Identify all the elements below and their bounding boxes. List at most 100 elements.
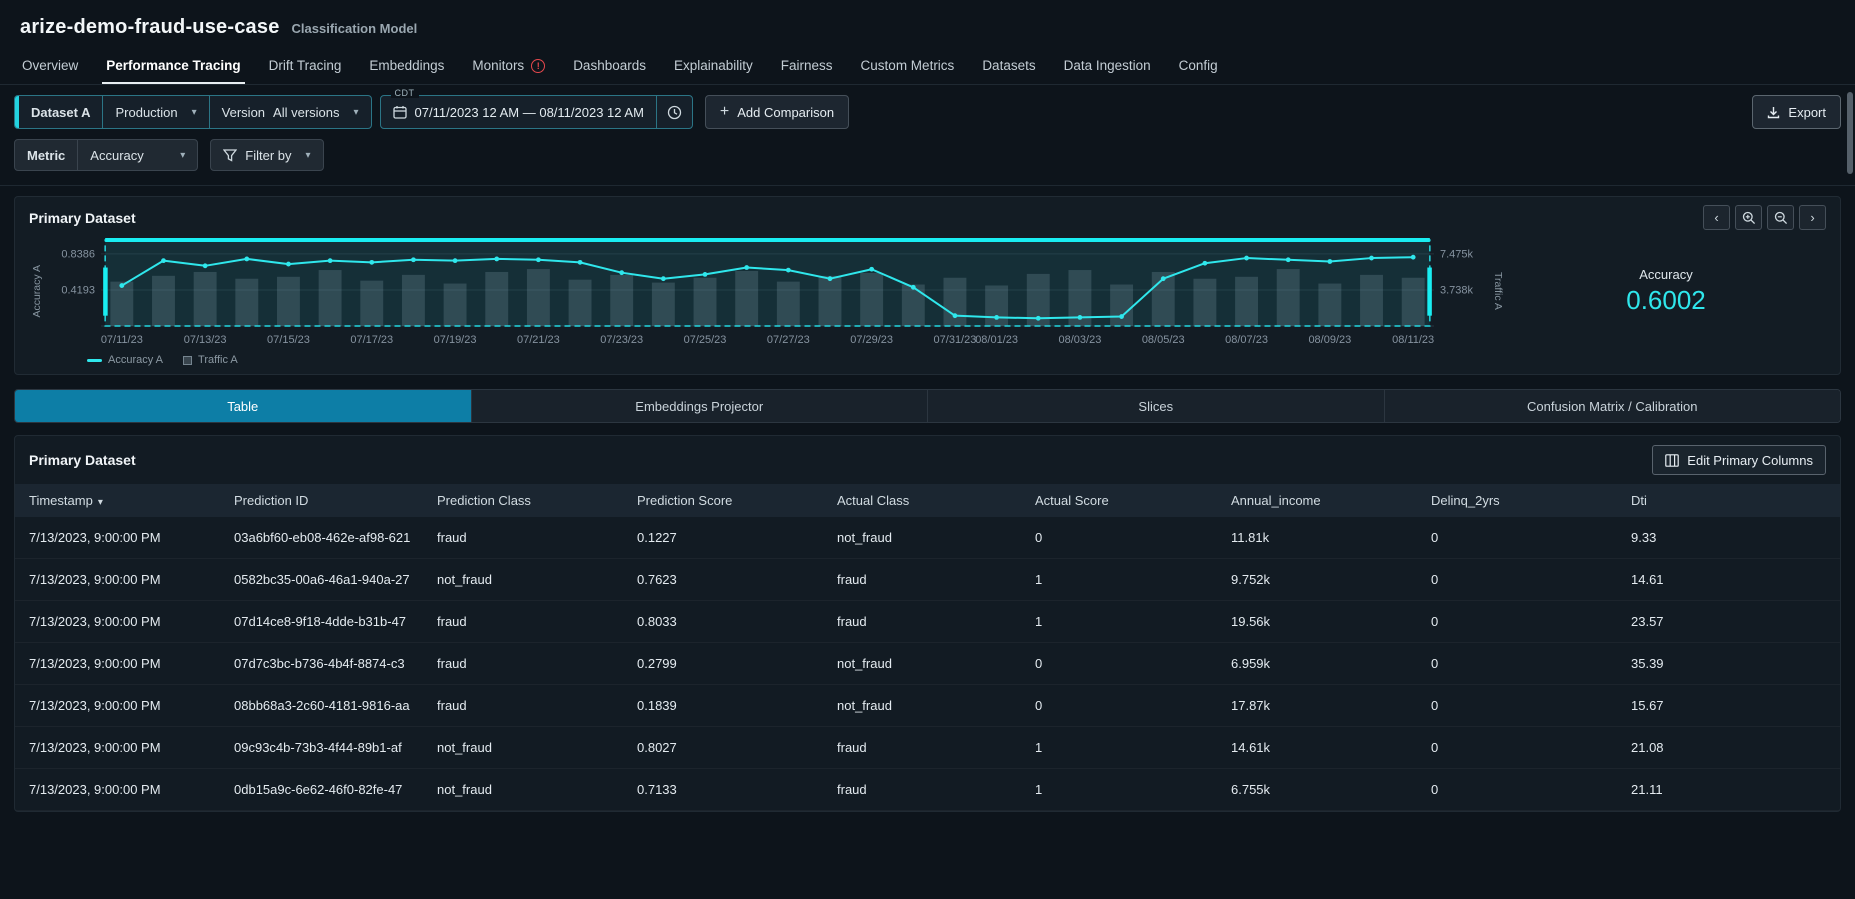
chart-nav-buttons: ‹ › [1703,205,1826,230]
cell: 0.7623 [637,572,677,587]
zoom-in-button[interactable] [1735,205,1762,230]
version-select[interactable]: Version All versions ▾ [208,96,371,128]
toolbar-row-dataset: Dataset A Production ▾ Version All versi… [14,88,1841,129]
zoom-out-icon [1774,211,1787,224]
cell: 15.67 [1631,698,1664,713]
nav-tab-monitors[interactable]: Monitors! [458,47,559,84]
nav-tab-config[interactable]: Config [1165,47,1232,84]
svg-text:7.475k: 7.475k [1440,248,1474,260]
nav-tab-label: Performance Tracing [106,58,241,73]
cell: 0 [1035,656,1043,671]
cell: fraud [837,740,867,755]
time-settings-button[interactable] [655,96,692,128]
environment-select[interactable]: Production ▾ [102,96,208,128]
column-header-actual-score[interactable]: Actual Score [1035,493,1231,508]
table-body: 7/13/2023, 9:00:00 PM 03a6bf60-eb08-462e-… [15,517,1840,811]
zoom-out-button[interactable] [1767,205,1794,230]
page-scrollbar-thumb[interactable] [1847,92,1853,174]
pan-right-button[interactable]: › [1799,205,1826,230]
table-row[interactable]: 7/13/2023, 9:00:00 PM 09c93c4b-73b3-4f44-… [15,727,1840,769]
nav-tab-embeddings[interactable]: Embeddings [355,47,458,84]
column-header-dti[interactable]: Dti [1631,493,1826,508]
cell: 03a6bf60-eb08-462e-af98-621 [234,530,411,545]
cell: fraud [837,572,867,587]
table-header-row: Primary Dataset Edit Primary Columns [15,436,1840,484]
cell: 23.57 [1631,614,1664,629]
column-header-prediction-id[interactable]: Prediction ID [234,493,437,508]
content-divider [0,185,1855,186]
add-comparison-button[interactable]: + Add Comparison [704,95,850,129]
cell: 17.87k [1231,698,1271,713]
edit-primary-columns-label: Edit Primary Columns [1687,452,1813,468]
metric-select[interactable]: Accuracy ▾ [77,140,197,170]
cell: 0.8033 [637,614,677,629]
cell: 7/13/2023, 9:00:00 PM [29,614,161,629]
legend-item-traffic-a[interactable]: Traffic A [183,354,238,366]
view-tab-table[interactable]: Table [15,390,471,422]
column-header-prediction-score[interactable]: Prediction Score [637,493,837,508]
column-header-timestamp[interactable]: Timestamp ▾ [29,493,234,508]
left-axis-title: Accuracy A [31,264,43,318]
svg-text:07/21/23: 07/21/23 [517,334,560,346]
table-row[interactable]: 7/13/2023, 9:00:00 PM 08bb68a3-2c60-4181-… [15,685,1840,727]
chevron-down-icon: ▾ [180,149,186,161]
filter-funnel-icon [223,148,238,162]
export-button[interactable]: Export [1752,95,1841,129]
cell: 9.752k [1231,572,1271,587]
nav-tab-performance-tracing[interactable]: Performance Tracing [92,47,254,84]
zoom-in-icon [1742,211,1755,224]
svg-text:07/29/23: 07/29/23 [850,334,893,346]
cell: 09c93c4b-73b3-4f44-89b1-af [234,740,402,755]
performance-time-series-chart[interactable]: 0.8386 7.475k 0.4193 3.738k 07/11/23 07/13/23… [45,232,1490,350]
table-row[interactable]: 7/13/2023, 9:00:00 PM 07d7c3bc-b736-4b4f-… [15,643,1840,685]
cell: 0582bc35-00a6-46a1-940a-27 [234,572,410,587]
nav-tab-overview[interactable]: Overview [8,47,92,84]
pan-left-button[interactable]: ‹ [1703,205,1730,230]
column-header-annual-income[interactable]: Annual_income [1231,493,1431,508]
metric-summary-label: Accuracy [1639,266,1693,282]
nav-tab-drift-tracing[interactable]: Drift Tracing [255,47,356,84]
table-row[interactable]: 7/13/2023, 9:00:00 PM 03a6bf60-eb08-462e-… [15,517,1840,559]
table-row[interactable]: 7/13/2023, 9:00:00 PM 07d14ce8-9f18-4dde-… [15,601,1840,643]
nav-tab-label: Fairness [780,58,833,73]
view-tab-slices[interactable]: Slices [927,390,1384,422]
nav-tab-label: Overview [22,58,79,73]
nav-tab-dashboards[interactable]: Dashboards [559,47,660,84]
view-tab-embeddings-projector[interactable]: Embeddings Projector [470,390,927,422]
legend-item-accuracy-a[interactable]: Accuracy A [87,354,163,366]
svg-text:08/11/23: 08/11/23 [1392,334,1434,346]
chevron-right-icon: › [1810,210,1815,225]
table-row[interactable]: 7/13/2023, 9:00:00 PM 0582bc35-00a6-46a1-… [15,559,1840,601]
column-header-actual-class[interactable]: Actual Class [837,493,1035,508]
nav-tab-datasets[interactable]: Datasets [968,47,1049,84]
nav-tab-data-ingestion[interactable]: Data Ingestion [1050,47,1165,84]
columns-icon [1665,453,1680,467]
right-axis-title: Traffic A [1492,272,1504,310]
metric-control: Metric Accuracy ▾ [14,139,199,171]
cell: not_fraud [437,782,492,797]
nav-tab-custom-metrics[interactable]: Custom Metrics [847,47,969,84]
nav-tab-fairness[interactable]: Fairness [767,47,847,84]
cell: 0.1839 [637,698,677,713]
date-range-control[interactable]: CDT 07/11/2023 12 AM — 08/11/2023 12 AM [379,88,693,129]
cell: 0 [1035,530,1043,545]
nav-tab-explainability[interactable]: Explainability [660,47,767,84]
legend-label: Accuracy A [108,354,164,366]
environment-value: Production [115,104,178,120]
svg-text:3.738k: 3.738k [1440,284,1474,296]
view-tab-confusion-matrix-calibration[interactable]: Confusion Matrix / Calibration [1383,390,1840,422]
column-header-delinq-2yrs[interactable]: Delinq_2yrs [1431,493,1631,508]
filter-by-button[interactable]: Filter by ▾ [211,140,322,170]
date-range-picker[interactable]: 07/11/2023 12 AM — 08/11/2023 12 AM [381,96,656,128]
cell: 21.11 [1631,782,1663,797]
performance-chart-panel: Primary Dataset ‹ › Accuracy A 0.8386 7.4… [14,196,1841,375]
cell: 1 [1035,782,1043,797]
svg-text:07/23/23: 07/23/23 [600,334,643,346]
table-row[interactable]: 7/13/2023, 9:00:00 PM 0db15a9c-6e62-46f0-… [15,769,1840,811]
plus-icon: + [719,103,730,120]
column-header-prediction-class[interactable]: Prediction Class [437,493,637,508]
edit-primary-columns-button[interactable]: Edit Primary Columns [1652,445,1826,475]
cell: 35.39 [1631,656,1664,671]
nav-tab-label: Data Ingestion [1063,58,1151,73]
nav-tab-label: Monitors [472,58,525,73]
